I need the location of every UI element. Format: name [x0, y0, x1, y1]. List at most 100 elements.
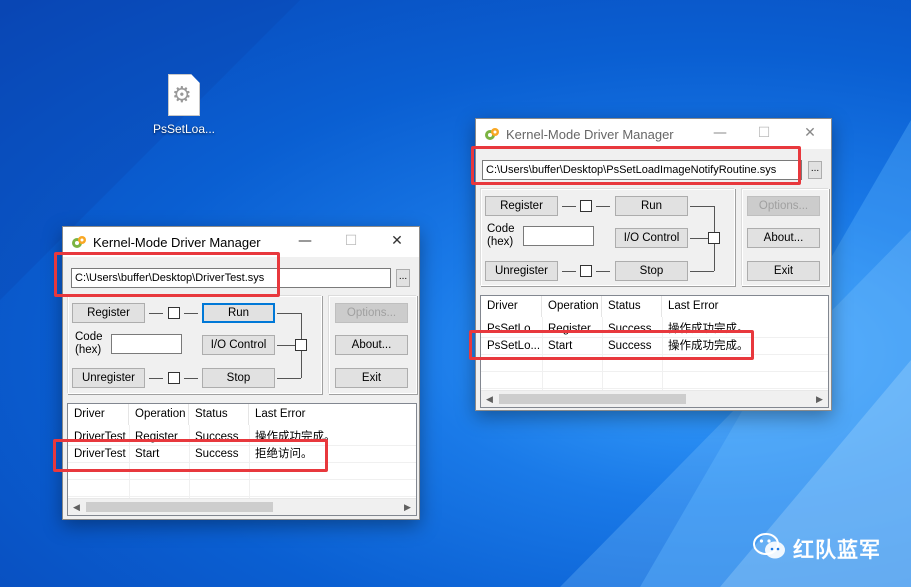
unregister-button[interactable]: Unregister: [72, 368, 145, 388]
close-icon[interactable]: ✕: [796, 122, 824, 144]
gear-file-icon: ⚙: [168, 74, 200, 116]
minimize-icon[interactable]: —: [706, 122, 734, 144]
cell-status: Success: [195, 448, 239, 460]
unregister-checkbox[interactable]: [168, 372, 180, 384]
cell-last-error: 拒绝访问。: [255, 448, 313, 460]
list-header: Driver Operation Status Last Error: [68, 404, 416, 425]
scroll-thumb[interactable]: [86, 502, 273, 512]
exit-button[interactable]: Exit: [335, 368, 408, 388]
window-title: Kernel-Mode Driver Manager: [506, 127, 674, 142]
connector-line: [562, 206, 576, 207]
register-checkbox[interactable]: [580, 200, 592, 212]
connector-line: [184, 313, 198, 314]
list-row[interactable]: PsSetLo... Start Success 操作成功完成。: [481, 338, 828, 355]
connector-line: [184, 378, 198, 379]
cell-status: Success: [195, 431, 239, 443]
desktop-file-label: PsSetLoa...: [152, 122, 216, 136]
driver-manager-window-left: Kernel-Mode Driver Manager — ☐ ✕ C:\User…: [62, 226, 420, 520]
list-row-empty: [68, 480, 416, 497]
io-checkbox[interactable]: [708, 232, 720, 244]
code-hex-input[interactable]: [111, 334, 182, 354]
scroll-left-icon[interactable]: ◀: [481, 391, 498, 407]
cell-driver: PsSetLo...: [487, 323, 541, 335]
list-header: Driver Operation Status Last Error: [481, 296, 828, 317]
cell-last-error: 操作成功完成。: [668, 323, 749, 335]
column-status[interactable]: Status: [602, 296, 662, 317]
title-bar[interactable]: Kernel-Mode Driver Manager — ☐ ✕: [63, 227, 419, 257]
scroll-right-icon[interactable]: ▶: [811, 391, 828, 407]
column-status[interactable]: Status: [189, 404, 249, 425]
list-row-empty: [68, 463, 416, 480]
cell-operation: Register: [135, 431, 178, 443]
minimize-icon[interactable]: —: [291, 230, 319, 252]
about-button[interactable]: About...: [747, 228, 820, 248]
code-hex-input[interactable]: [523, 226, 594, 246]
list-row[interactable]: DriverTest Register Success 操作成功完成。: [68, 429, 416, 446]
horizontal-scrollbar[interactable]: ◀ ▶: [481, 390, 828, 407]
connector-line: [277, 378, 301, 379]
scroll-right-icon[interactable]: ▶: [399, 499, 416, 515]
connector-line: [277, 345, 295, 346]
run-button[interactable]: Run: [615, 196, 688, 216]
driver-app-icon: [72, 236, 86, 248]
column-operation[interactable]: Operation: [129, 404, 189, 425]
connector-line: [562, 271, 576, 272]
driver-path-field[interactable]: C:\Users\buffer\Desktop\PsSetLoadImageNo…: [482, 160, 802, 180]
browse-button[interactable]: ...: [396, 269, 410, 287]
register-button[interactable]: Register: [72, 303, 145, 323]
scroll-left-icon[interactable]: ◀: [68, 499, 85, 515]
column-last-error[interactable]: Last Error: [249, 404, 416, 425]
unregister-checkbox[interactable]: [580, 265, 592, 277]
connector-line: [277, 313, 301, 314]
connector-line: [690, 271, 714, 272]
maximize-icon[interactable]: ☐: [337, 230, 365, 252]
code-label: Code (hex): [75, 331, 103, 356]
column-driver[interactable]: Driver: [68, 404, 129, 425]
title-bar[interactable]: Kernel-Mode Driver Manager — ☐ ✕: [476, 119, 831, 149]
driver-manager-window-right: Kernel-Mode Driver Manager — ☐ ✕ C:\User…: [475, 118, 832, 411]
cell-driver: DriverTest: [74, 431, 126, 443]
connector-line: [149, 378, 163, 379]
options-button[interactable]: Options...: [335, 303, 408, 323]
connector-line: [690, 238, 708, 239]
watermark-text: 红队蓝军: [793, 538, 881, 562]
io-control-button[interactable]: I/O Control: [202, 335, 275, 355]
maximize-icon[interactable]: ☐: [750, 122, 778, 144]
horizontal-scrollbar[interactable]: ◀ ▶: [68, 498, 416, 515]
desktop-file-icon[interactable]: ⚙ PsSetLoa...: [148, 74, 220, 136]
cell-operation: Start: [135, 448, 160, 460]
browse-button[interactable]: ...: [808, 161, 822, 179]
wechat-icon: [753, 533, 785, 559]
io-control-button[interactable]: I/O Control: [615, 228, 688, 248]
exit-button[interactable]: Exit: [747, 261, 820, 281]
register-button[interactable]: Register: [485, 196, 558, 216]
cell-operation: Register: [548, 323, 591, 335]
driver-path-field[interactable]: C:\Users\buffer\Desktop\DriverTest.sys: [71, 268, 391, 288]
options-button[interactable]: Options...: [747, 196, 820, 216]
list-row-empty: [481, 355, 828, 372]
column-driver[interactable]: Driver: [481, 296, 542, 317]
register-checkbox[interactable]: [168, 307, 180, 319]
stop-button[interactable]: Stop: [615, 261, 688, 281]
list-row[interactable]: DriverTest Start Success 拒绝访问。: [68, 446, 416, 463]
unregister-button[interactable]: Unregister: [485, 261, 558, 281]
operations-list[interactable]: Driver Operation Status Last Error Drive…: [67, 403, 417, 516]
window-title: Kernel-Mode Driver Manager: [93, 235, 261, 250]
column-last-error[interactable]: Last Error: [662, 296, 828, 317]
scroll-thumb[interactable]: [499, 394, 686, 404]
connector-line: [690, 206, 714, 207]
about-button[interactable]: About...: [335, 335, 408, 355]
column-operation[interactable]: Operation: [542, 296, 602, 317]
cell-last-error: 操作成功完成。: [255, 431, 336, 443]
stop-button[interactable]: Stop: [202, 368, 275, 388]
cell-status: Success: [608, 340, 652, 352]
run-button[interactable]: Run: [202, 303, 275, 323]
cell-driver: DriverTest: [74, 448, 126, 460]
list-row[interactable]: PsSetLo... Register Success 操作成功完成。: [481, 321, 828, 338]
cell-last-error: 操作成功完成。: [668, 340, 749, 352]
cell-status: Success: [608, 323, 652, 335]
operations-list[interactable]: Driver Operation Status Last Error PsSet…: [480, 295, 829, 408]
connector-line: [149, 313, 163, 314]
io-checkbox[interactable]: [295, 339, 307, 351]
close-icon[interactable]: ✕: [383, 230, 411, 252]
